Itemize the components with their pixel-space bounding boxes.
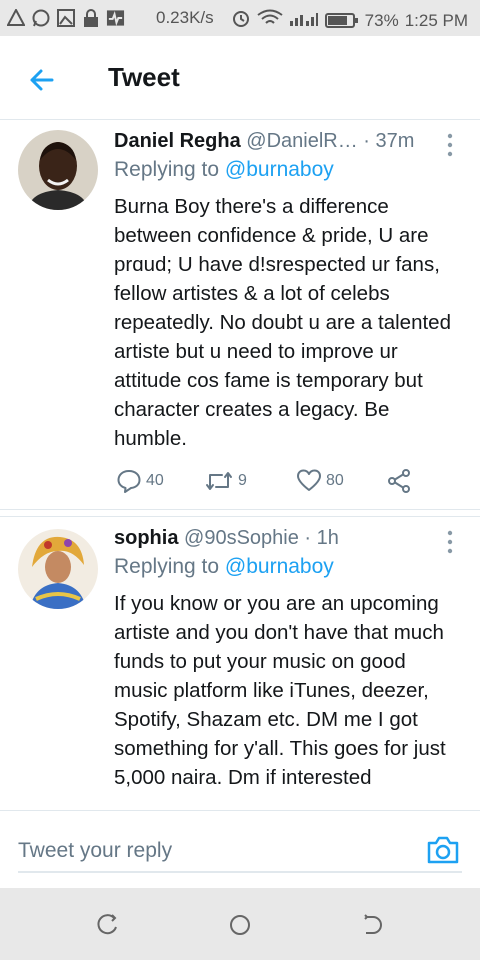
alarm-icon — [231, 8, 251, 33]
home-button[interactable] — [225, 910, 255, 940]
back-icon — [364, 914, 382, 934]
retweet-button[interactable]: 9 — [204, 468, 247, 494]
author-handle[interactable]: @90sSophie — [184, 527, 299, 549]
tweet-time: · 37m — [363, 130, 415, 152]
avatar[interactable] — [18, 529, 98, 609]
replying-to-label: Replying to — [114, 158, 220, 181]
tweet-time: · 1h — [304, 527, 339, 549]
tweet[interactable]: Daniel Regha @DanielR… · 37m Replying to… — [0, 120, 480, 510]
status-icons — [6, 8, 125, 27]
retweet-icon — [206, 472, 232, 490]
back-nav-button[interactable] — [358, 910, 388, 940]
lock-icon — [81, 8, 100, 27]
like-button[interactable]: 80 — [296, 468, 344, 494]
replying-to: Replying to @burnaboy — [114, 158, 334, 182]
avatar[interactable] — [18, 130, 98, 210]
tweet-header: sophia @90sSophie · 1h — [114, 527, 434, 550]
status-time: 1:25 PM — [404, 10, 468, 30]
tweet-header: Daniel Regha @DanielR… · 37m — [114, 130, 434, 153]
wifi-icon — [257, 9, 283, 32]
replying-to: Replying to @burnaboy — [114, 555, 334, 579]
pulse-icon — [106, 8, 125, 27]
more-options-icon[interactable] — [442, 529, 458, 555]
tweet[interactable]: sophia @90sSophie · 1h Replying to @burn… — [0, 516, 480, 810]
reply-count: 40 — [146, 472, 164, 489]
status-bar: 0.23K/s 73% 1:25 PM — [0, 0, 480, 36]
retweet-count: 9 — [238, 472, 247, 489]
heart-icon — [297, 469, 321, 491]
status-right: 73% 1:25 PM — [231, 8, 468, 33]
battery-fill — [327, 16, 347, 25]
system-nav-bar — [0, 888, 480, 960]
share-icon — [388, 469, 410, 493]
camera-button[interactable] — [426, 835, 460, 865]
warning-icon — [6, 8, 25, 27]
tweet-text: Burna Boy there's a difference between c… — [114, 195, 451, 450]
battery-percent: 73% — [364, 10, 399, 30]
tweet-text: If you know or you are an upcoming artis… — [114, 592, 446, 789]
recent-apps-icon — [97, 914, 117, 935]
back-button[interactable] — [22, 60, 62, 100]
author-name[interactable]: Daniel Regha — [114, 130, 241, 152]
mention-link[interactable]: @burnaboy — [225, 158, 334, 181]
like-count: 80 — [326, 472, 344, 489]
recent-apps-button[interactable] — [92, 910, 122, 940]
gallery-icon — [56, 8, 75, 27]
network-speed: 0.23K/s — [156, 8, 214, 27]
reply-icon — [117, 470, 141, 493]
reply-button[interactable]: 40 — [116, 468, 164, 494]
app-header: Tweet — [0, 36, 480, 120]
camera-icon — [427, 836, 459, 864]
signal-icon — [289, 9, 319, 32]
share-button[interactable] — [386, 468, 412, 494]
tweet-actions: 40 9 80 — [116, 468, 426, 498]
mention-link[interactable]: @burnaboy — [225, 555, 334, 578]
more-options-icon[interactable] — [442, 132, 458, 158]
reply-input[interactable] — [18, 831, 462, 873]
replying-to-label: Replying to — [114, 555, 220, 578]
whatsapp-icon — [31, 8, 50, 27]
page-title: Tweet — [108, 62, 180, 92]
author-handle[interactable]: @DanielR… — [246, 130, 357, 152]
home-icon — [230, 915, 250, 935]
author-name[interactable]: sophia — [114, 527, 178, 549]
reply-composer — [0, 810, 480, 888]
battery-icon — [324, 13, 358, 28]
arrow-left-icon — [30, 69, 54, 91]
